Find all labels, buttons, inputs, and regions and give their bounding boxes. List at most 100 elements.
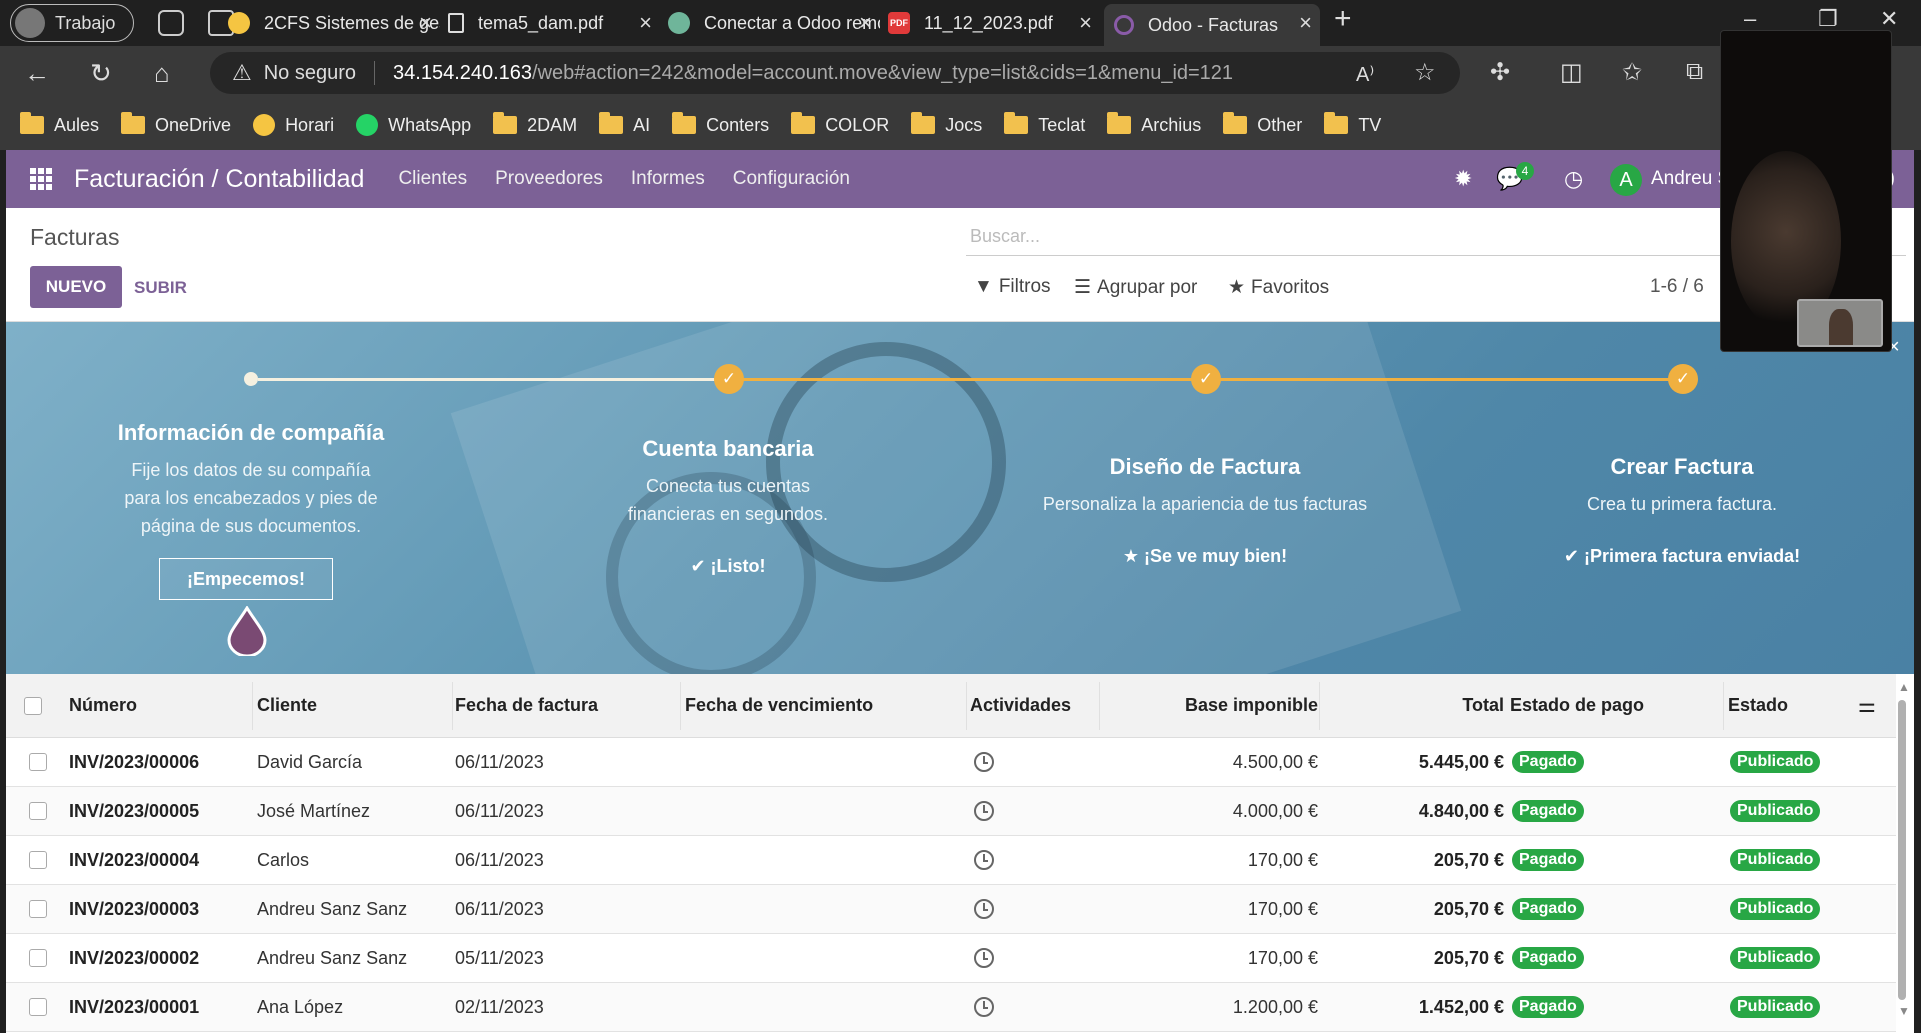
col-cliente[interactable]: Cliente [257,674,317,737]
bookmark-archius[interactable]: Archius [1107,112,1201,136]
activity-clock-icon[interactable] [974,934,994,982]
bookmark-conters[interactable]: Conters [672,112,769,136]
start-button[interactable]: ¡Empecemos! [159,558,333,600]
close-tab-icon[interactable]: × [1299,10,1312,36]
table-row[interactable]: INV/2023/00004 Carlos 06/11/2023 170,00 … [6,836,1896,885]
table-row[interactable]: INV/2023/00002 Andreu Sanz Sanz 05/11/20… [6,934,1896,983]
step-title: Diseño de Factura [1109,454,1301,479]
activity-clock-icon[interactable] [974,787,994,835]
scroll-up-icon[interactable]: ▲ [1898,680,1910,694]
user-avatar[interactable]: A [1610,164,1642,196]
col-numero[interactable]: Número [69,674,137,737]
table-row[interactable]: INV/2023/00001 Ana López 02/11/2023 1.20… [6,983,1896,1032]
tab-conectar-odoo[interactable]: Conectar a Odoo remoto × [668,4,880,42]
row-checkbox[interactable] [29,983,47,1031]
pdf-icon: PDF [888,12,910,34]
reload-icon[interactable]: ↻ [90,58,112,89]
bookmark-whatsapp[interactable]: WhatsApp [356,114,471,136]
filters-button[interactable]: ▼ Filtros [974,276,1051,298]
minimize-icon[interactable]: – [1744,6,1756,32]
close-tab-icon[interactable]: × [639,10,652,36]
activity-clock-icon[interactable] [974,738,994,786]
bookmark-2dam[interactable]: 2DAM [493,112,577,136]
col-fecha[interactable]: Fecha de factura [455,674,598,737]
bookmark-ai[interactable]: AI [599,112,651,136]
scrollbar-thumb[interactable] [1898,700,1906,1000]
extensions-icon[interactable]: ✣ [1490,58,1510,87]
bookmark-aules[interactable]: Aules [20,112,99,136]
folder-icon [672,112,697,134]
bookmark-horari[interactable]: Horari [253,114,334,136]
tab-pdf[interactable]: PDF 11_12_2023.pdf × [888,4,1100,42]
payment-status-badge: Pagado [1512,983,1584,1031]
workspaces-icon[interactable] [158,10,184,36]
row-checkbox[interactable] [29,738,47,786]
col-estado[interactable]: Estado [1728,674,1788,737]
bookmark-onedrive[interactable]: OneDrive [121,112,231,136]
cell-numero: INV/2023/00002 [69,947,200,968]
table-row[interactable]: INV/2023/00003 Andreu Sanz Sanz 06/11/20… [6,885,1896,934]
new-tab-icon[interactable]: + [1334,2,1352,36]
close-tab-icon[interactable]: × [859,10,872,36]
row-checkbox[interactable] [29,787,47,835]
restore-icon[interactable]: ❐ [1818,6,1838,32]
select-all-checkbox[interactable] [24,674,42,737]
bookmark-tv[interactable]: TV [1324,112,1381,136]
row-checkbox[interactable] [29,885,47,933]
tab-odoo-facturas[interactable]: Odoo - Facturas × [1104,4,1320,46]
step-desc: Personaliza la apariencia de tus factura… [1042,494,1368,514]
row-checkbox[interactable] [29,836,47,884]
home-icon[interactable]: ⌂ [154,58,170,89]
row-checkbox[interactable] [29,934,47,982]
table-row[interactable]: INV/2023/00006 David García 06/11/2023 4… [6,738,1896,787]
apps-menu-icon[interactable] [30,168,52,190]
scroll-down-icon[interactable]: ▼ [1898,1004,1910,1018]
menu-informes[interactable]: Informes [631,168,705,190]
favorites-button[interactable]: ★ Favoritos [1228,276,1329,299]
cell-total: 1.452,00 € [1418,996,1504,1017]
address-bar[interactable]: ⚠ No seguro 34.154.240.163 /web#action=2… [210,52,1460,94]
activity-clock-icon[interactable] [974,983,994,1031]
close-window-icon[interactable]: ✕ [1880,6,1898,32]
collections-icon[interactable]: ⧉ [1686,58,1703,86]
bookmark-color[interactable]: COLOR [791,112,889,136]
app-title[interactable]: Facturación / Contabilidad [74,165,364,194]
activity-clock-icon[interactable] [974,885,994,933]
col-base[interactable]: Base imponible [1185,674,1318,737]
cell-fecha: 06/11/2023 [455,800,544,821]
security-label[interactable]: No seguro [264,62,356,85]
col-vencimiento[interactable]: Fecha de vencimiento [685,674,873,737]
close-tab-icon[interactable]: × [1079,10,1092,36]
bookmark-label: AI [633,114,651,135]
back-icon[interactable]: ← [24,58,50,89]
tab-tema5[interactable]: tema5_dam.pdf × [448,4,660,42]
table-row[interactable]: INV/2023/00005 José Martínez 06/11/2023 … [6,787,1896,836]
menu-configuracion[interactable]: Configuración [733,168,850,190]
tab-2cfs[interactable]: 2CFS Sistemes de gestió × [228,4,440,42]
favorites-icon[interactable]: ✩ [1622,58,1642,87]
user-name[interactable]: Andreu S [1651,168,1730,190]
bookmark-jocs[interactable]: Jocs [911,112,982,136]
read-aloud-icon[interactable]: A⁾ [1356,62,1374,87]
col-total[interactable]: Total [1462,674,1504,737]
status-badge: Pagado [1512,947,1584,969]
upload-button[interactable]: SUBIR [134,278,187,298]
activity-clock-icon[interactable] [974,836,994,884]
favorite-star-icon[interactable]: ☆ [1414,58,1436,87]
debug-bug-icon[interactable]: ✹ [1454,166,1472,192]
bookmark-teclat[interactable]: Teclat [1004,112,1086,136]
menu-clientes[interactable]: Clientes [398,168,467,190]
menu-proveedores[interactable]: Proveedores [495,168,603,190]
profile-button[interactable]: Trabajo [10,4,134,42]
pager[interactable]: 1-6 / 6 [1650,276,1704,298]
groupby-button[interactable]: ☰ Agrupar por [1074,276,1197,299]
bookmark-other[interactable]: Other [1223,112,1302,136]
optional-columns-icon[interactable]: ⚌ [1858,674,1876,737]
close-tab-icon[interactable]: × [419,10,432,36]
activities-clock-icon[interactable]: ◷ [1564,166,1583,192]
new-button[interactable]: NUEVO [30,266,122,308]
split-screen-icon[interactable]: ◫ [1560,58,1583,87]
col-estado-pago[interactable]: Estado de pago [1510,674,1644,737]
bookmark-label: Teclat [1038,114,1086,135]
col-actividades[interactable]: Actividades [970,674,1071,737]
